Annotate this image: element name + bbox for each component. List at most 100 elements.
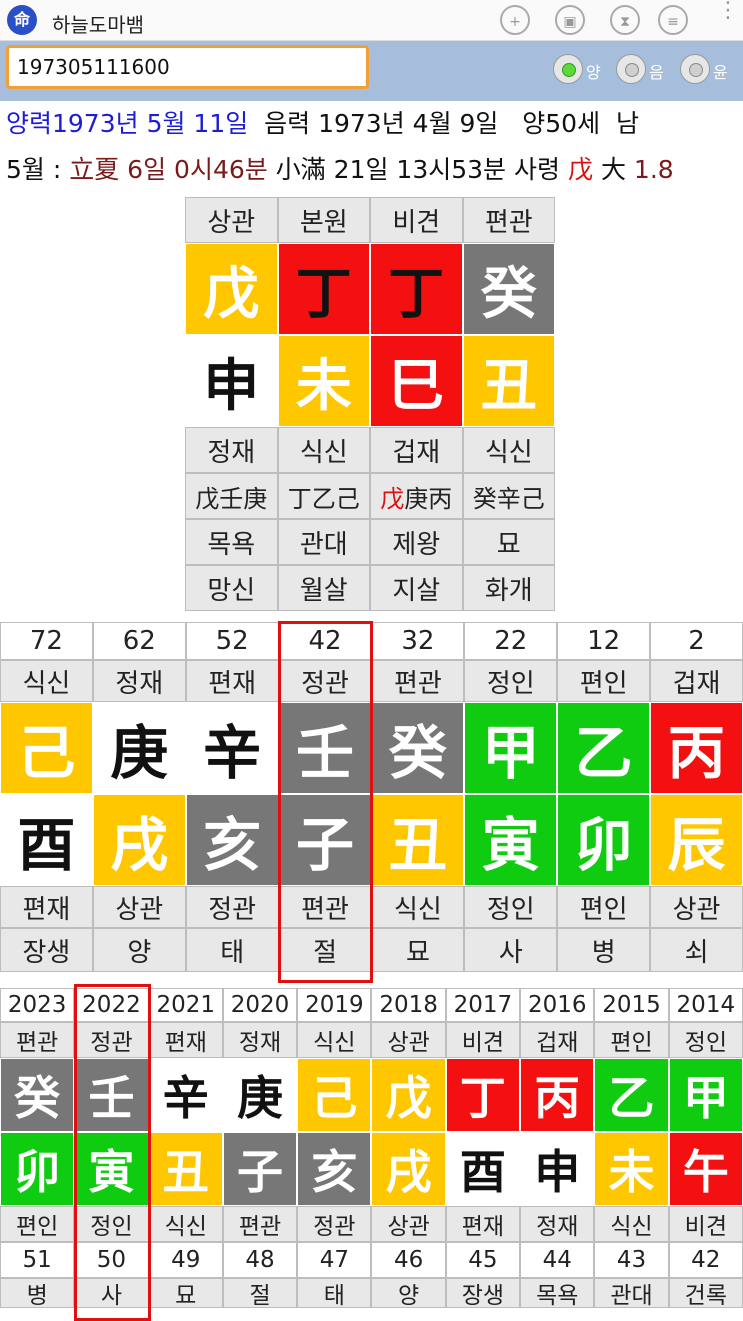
ten-god-label[interactable]: 상관: [371, 1206, 446, 1242]
ten-god-label[interactable]: 편재: [0, 886, 93, 928]
yearly-stem[interactable]: 戊: [371, 1058, 446, 1132]
ten-god-label[interactable]: 편인: [0, 1206, 75, 1242]
ten-god-label[interactable]: 편관: [371, 660, 465, 702]
yearly-stem[interactable]: 壬: [74, 1058, 149, 1132]
spirit-label[interactable]: 지살: [370, 565, 463, 611]
heavenly-stem[interactable]: 癸: [462, 243, 555, 335]
earthly-branch[interactable]: 申: [185, 335, 278, 427]
twelve-stage-label[interactable]: 목욕: [520, 1278, 595, 1309]
yearly-stem[interactable]: 癸: [0, 1058, 75, 1132]
ten-god-label[interactable]: 상관: [650, 886, 743, 928]
daeun-branch[interactable]: 子: [278, 794, 372, 886]
twelve-stage-label[interactable]: 장생: [445, 1278, 521, 1309]
twelve-stage-label[interactable]: 태: [297, 1278, 372, 1309]
twelve-stage-label[interactable]: 사: [74, 1278, 149, 1309]
daeun-branch[interactable]: 辰: [650, 794, 743, 886]
ten-god-label[interactable]: 겁재: [370, 427, 463, 473]
twelve-stage-label[interactable]: 관대: [277, 519, 370, 565]
ten-god-label[interactable]: 정관: [297, 1206, 372, 1242]
ten-god-label[interactable]: 정인: [464, 886, 558, 928]
earthly-branch[interactable]: 未: [277, 335, 370, 427]
year-number[interactable]: 2023: [0, 988, 75, 1022]
daeun-branch[interactable]: 亥: [185, 794, 279, 886]
ten-god-label[interactable]: 편인: [594, 1022, 669, 1058]
yearly-stem[interactable]: 甲: [668, 1058, 743, 1132]
year-number[interactable]: 2020: [222, 988, 298, 1022]
yearly-stem[interactable]: 丁: [445, 1058, 521, 1132]
daeun-branch[interactable]: 寅: [464, 794, 558, 886]
yearly-age[interactable]: 43: [594, 1242, 669, 1278]
daeun-branch[interactable]: 戌: [92, 794, 186, 886]
hidden-stems[interactable]: 丁乙己: [277, 473, 370, 519]
daeun-age[interactable]: 52: [185, 622, 279, 660]
pillar-header[interactable]: 상관: [185, 197, 278, 243]
daeun-age[interactable]: 62: [92, 622, 186, 660]
year-number[interactable]: 2015: [594, 988, 669, 1022]
daeun-age[interactable]: 42: [278, 622, 372, 660]
add-user-icon[interactable]: +: [500, 5, 530, 35]
daeun-stem[interactable]: 丙: [650, 702, 743, 794]
ten-god-label[interactable]: 비견: [668, 1206, 743, 1242]
yearly-stem[interactable]: 丙: [520, 1058, 595, 1132]
yearly-age[interactable]: 51: [0, 1242, 75, 1278]
twelve-stage-label[interactable]: 절: [222, 1278, 298, 1309]
ten-god-label[interactable]: 정관: [278, 660, 372, 702]
yearly-age[interactable]: 49: [148, 1242, 223, 1278]
ten-god-label[interactable]: 겁재: [520, 1022, 595, 1058]
hidden-stems[interactable]: 戊壬庚: [185, 473, 278, 519]
twelve-stage-label[interactable]: 병: [557, 928, 651, 972]
heavenly-stem[interactable]: 戊: [185, 243, 278, 335]
pillar-header[interactable]: 비견: [370, 197, 463, 243]
ten-god-label[interactable]: 식신: [371, 886, 465, 928]
yearly-age[interactable]: 42: [668, 1242, 743, 1278]
yearly-stem[interactable]: 己: [297, 1058, 372, 1132]
ten-god-label[interactable]: 식신: [148, 1206, 223, 1242]
yearly-branch[interactable]: 酉: [445, 1132, 521, 1206]
twelve-stage-label[interactable]: 양: [371, 1278, 446, 1309]
twelve-stage-label[interactable]: 목욕: [185, 519, 278, 565]
twelve-stage-label[interactable]: 묘: [371, 928, 465, 972]
yearly-branch[interactable]: 戌: [371, 1132, 446, 1206]
ten-god-label[interactable]: 편재: [148, 1022, 223, 1058]
save-icon[interactable]: ▣: [555, 5, 585, 35]
year-number[interactable]: 2014: [668, 988, 743, 1022]
ten-god-label[interactable]: 정인: [74, 1206, 149, 1242]
pillar-header[interactable]: 본원: [277, 197, 370, 243]
yearly-branch[interactable]: 午: [668, 1132, 743, 1206]
ten-god-label[interactable]: 정인: [464, 660, 558, 702]
twelve-stage-label[interactable]: 제왕: [370, 519, 463, 565]
database-icon[interactable]: ≡: [658, 5, 688, 35]
year-number[interactable]: 2017: [445, 988, 521, 1022]
ten-god-label[interactable]: 편재: [445, 1206, 521, 1242]
ten-god-label[interactable]: 비견: [445, 1022, 521, 1058]
ten-god-label[interactable]: 편관: [278, 886, 372, 928]
daeun-branch[interactable]: 酉: [0, 794, 93, 886]
ten-god-label[interactable]: 편인: [557, 660, 651, 702]
ten-god-label[interactable]: 식신: [594, 1206, 669, 1242]
yearly-age[interactable]: 47: [297, 1242, 372, 1278]
year-number[interactable]: 2022: [74, 988, 149, 1022]
year-number[interactable]: 2019: [297, 988, 372, 1022]
daeun-branch[interactable]: 卯: [557, 794, 651, 886]
yearly-age[interactable]: 48: [222, 1242, 298, 1278]
twelve-stage-label[interactable]: 태: [185, 928, 279, 972]
year-number[interactable]: 2016: [520, 988, 595, 1022]
twelve-stage-label[interactable]: 사: [464, 928, 558, 972]
twelve-stage-label[interactable]: 관대: [594, 1278, 669, 1309]
twelve-stage-label[interactable]: 장생: [0, 928, 93, 972]
daeun-stem[interactable]: 癸: [371, 702, 465, 794]
twelve-stage-label[interactable]: 절: [278, 928, 372, 972]
daeun-age[interactable]: 12: [557, 622, 651, 660]
ten-god-label[interactable]: 정재: [185, 427, 278, 473]
pillar-header[interactable]: 편관: [462, 197, 555, 243]
earthly-branch[interactable]: 丑: [462, 335, 555, 427]
daeun-age[interactable]: 72: [0, 622, 93, 660]
daeun-stem[interactable]: 甲: [464, 702, 558, 794]
ten-god-label[interactable]: 정관: [74, 1022, 149, 1058]
ten-god-label[interactable]: 편인: [557, 886, 651, 928]
spirit-label[interactable]: 월살: [277, 565, 370, 611]
ten-god-label[interactable]: 식신: [0, 660, 93, 702]
ten-god-label[interactable]: 식신: [297, 1022, 372, 1058]
yearly-branch[interactable]: 丑: [148, 1132, 223, 1206]
spirit-label[interactable]: 망신: [185, 565, 278, 611]
